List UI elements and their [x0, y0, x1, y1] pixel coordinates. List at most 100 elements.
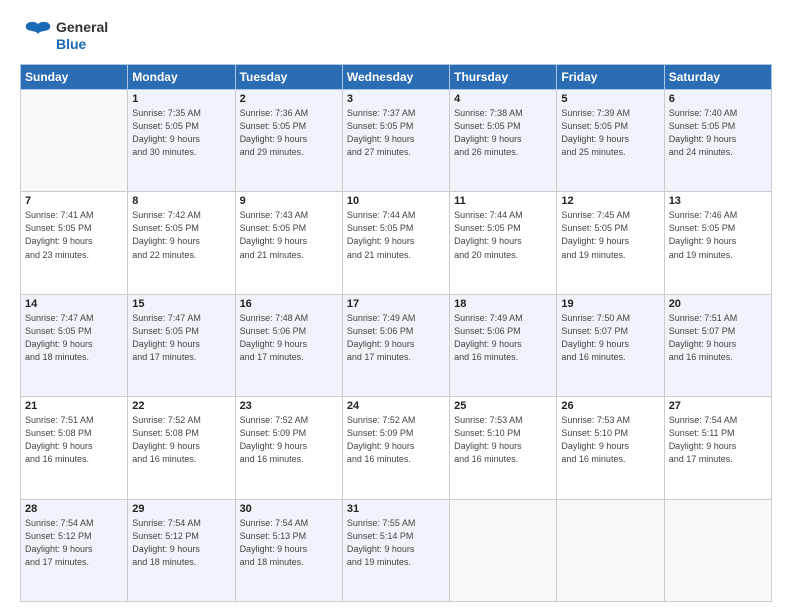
- calendar-cell: 2 Sunrise: 7:36 AMSunset: 5:05 PMDaylight…: [235, 90, 342, 192]
- calendar-cell: 25 Sunrise: 7:53 AMSunset: 5:10 PMDayligh…: [450, 397, 557, 499]
- calendar-week-row: 7 Sunrise: 7:41 AMSunset: 5:05 PMDaylight…: [21, 192, 772, 294]
- day-info: Sunrise: 7:54 AMSunset: 5:12 PMDaylight:…: [132, 517, 230, 569]
- calendar-cell: 16 Sunrise: 7:48 AMSunset: 5:06 PMDayligh…: [235, 294, 342, 396]
- calendar-cell: [664, 499, 771, 601]
- day-info: Sunrise: 7:45 AMSunset: 5:05 PMDaylight:…: [561, 209, 659, 261]
- calendar-cell: 20 Sunrise: 7:51 AMSunset: 5:07 PMDayligh…: [664, 294, 771, 396]
- day-info: Sunrise: 7:53 AMSunset: 5:10 PMDaylight:…: [561, 414, 659, 466]
- day-number: 31: [347, 503, 445, 515]
- day-info: Sunrise: 7:43 AMSunset: 5:05 PMDaylight:…: [240, 209, 338, 261]
- day-number: 5: [561, 93, 659, 105]
- logo-blue: Blue: [56, 36, 108, 53]
- day-info: Sunrise: 7:42 AMSunset: 5:05 PMDaylight:…: [132, 209, 230, 261]
- day-info: Sunrise: 7:54 AMSunset: 5:13 PMDaylight:…: [240, 517, 338, 569]
- calendar-header-row: SundayMondayTuesdayWednesdayThursdayFrid…: [21, 65, 772, 90]
- day-info: Sunrise: 7:44 AMSunset: 5:05 PMDaylight:…: [454, 209, 552, 261]
- calendar-cell: 26 Sunrise: 7:53 AMSunset: 5:10 PMDayligh…: [557, 397, 664, 499]
- day-info: Sunrise: 7:39 AMSunset: 5:05 PMDaylight:…: [561, 107, 659, 159]
- weekday-header-friday: Friday: [557, 65, 664, 90]
- day-number: 2: [240, 93, 338, 105]
- day-number: 11: [454, 195, 552, 207]
- day-info: Sunrise: 7:49 AMSunset: 5:06 PMDaylight:…: [347, 312, 445, 364]
- day-number: 18: [454, 298, 552, 310]
- day-number: 30: [240, 503, 338, 515]
- calendar-cell: 12Sunrise: 7:45 AMSunset: 5:05 PMDayligh…: [557, 192, 664, 294]
- day-info: Sunrise: 7:52 AMSunset: 5:09 PMDaylight:…: [240, 414, 338, 466]
- calendar-cell: 9 Sunrise: 7:43 AMSunset: 5:05 PMDaylight…: [235, 192, 342, 294]
- day-number: 4: [454, 93, 552, 105]
- day-number: 25: [454, 400, 552, 412]
- day-info: Sunrise: 7:48 AMSunset: 5:06 PMDaylight:…: [240, 312, 338, 364]
- day-number: 19: [561, 298, 659, 310]
- calendar-cell: 8 Sunrise: 7:42 AMSunset: 5:05 PMDaylight…: [128, 192, 235, 294]
- day-info: Sunrise: 7:50 AMSunset: 5:07 PMDaylight:…: [561, 312, 659, 364]
- day-info: Sunrise: 7:51 AMSunset: 5:07 PMDaylight:…: [669, 312, 767, 364]
- calendar-week-row: 1 Sunrise: 7:35 AMSunset: 5:05 PMDaylight…: [21, 90, 772, 192]
- day-number: 23: [240, 400, 338, 412]
- calendar-cell: 27Sunrise: 7:54 AMSunset: 5:11 PMDayligh…: [664, 397, 771, 499]
- day-number: 24: [347, 400, 445, 412]
- day-number: 6: [669, 93, 767, 105]
- calendar-cell: 15Sunrise: 7:47 AMSunset: 5:05 PMDayligh…: [128, 294, 235, 396]
- page: General Blue SundayMondayTuesdayWednesda…: [0, 0, 792, 612]
- calendar-cell: 1 Sunrise: 7:35 AMSunset: 5:05 PMDaylight…: [128, 90, 235, 192]
- calendar-week-row: 21 Sunrise: 7:51 AMSunset: 5:08 PMDayligh…: [21, 397, 772, 499]
- day-info: Sunrise: 7:38 AMSunset: 5:05 PMDaylight:…: [454, 107, 552, 159]
- day-number: 17: [347, 298, 445, 310]
- day-info: Sunrise: 7:46 AMSunset: 5:05 PMDaylight:…: [669, 209, 767, 261]
- day-info: Sunrise: 7:53 AMSunset: 5:10 PMDaylight:…: [454, 414, 552, 466]
- day-info: Sunrise: 7:37 AMSunset: 5:05 PMDaylight:…: [347, 107, 445, 159]
- weekday-header-tuesday: Tuesday: [235, 65, 342, 90]
- day-info: Sunrise: 7:51 AMSunset: 5:08 PMDaylight:…: [25, 414, 123, 466]
- day-info: Sunrise: 7:35 AMSunset: 5:05 PMDaylight:…: [132, 107, 230, 159]
- calendar-cell: 28Sunrise: 7:54 AMSunset: 5:12 PMDayligh…: [21, 499, 128, 601]
- day-number: 13: [669, 195, 767, 207]
- calendar-cell: 21 Sunrise: 7:51 AMSunset: 5:08 PMDayligh…: [21, 397, 128, 499]
- day-number: 21: [25, 400, 123, 412]
- day-info: Sunrise: 7:52 AMSunset: 5:09 PMDaylight:…: [347, 414, 445, 466]
- logo-bird-icon: [20, 18, 56, 54]
- calendar-body: 1 Sunrise: 7:35 AMSunset: 5:05 PMDaylight…: [21, 90, 772, 602]
- calendar-cell: 29 Sunrise: 7:54 AMSunset: 5:12 PMDayligh…: [128, 499, 235, 601]
- day-number: 22: [132, 400, 230, 412]
- header: General Blue: [20, 18, 772, 54]
- calendar-week-row: 28Sunrise: 7:54 AMSunset: 5:12 PMDayligh…: [21, 499, 772, 601]
- day-number: 8: [132, 195, 230, 207]
- day-number: 26: [561, 400, 659, 412]
- calendar-cell: 24 Sunrise: 7:52 AMSunset: 5:09 PMDayligh…: [342, 397, 449, 499]
- calendar-cell: 31 Sunrise: 7:55 AMSunset: 5:14 PMDayligh…: [342, 499, 449, 601]
- day-number: 16: [240, 298, 338, 310]
- day-number: 20: [669, 298, 767, 310]
- calendar-table: SundayMondayTuesdayWednesdayThursdayFrid…: [20, 64, 772, 602]
- calendar-cell: 23 Sunrise: 7:52 AMSunset: 5:09 PMDayligh…: [235, 397, 342, 499]
- day-number: 3: [347, 93, 445, 105]
- weekday-header-sunday: Sunday: [21, 65, 128, 90]
- calendar-cell: 5 Sunrise: 7:39 AMSunset: 5:05 PMDaylight…: [557, 90, 664, 192]
- day-info: Sunrise: 7:54 AMSunset: 5:12 PMDaylight:…: [25, 517, 123, 569]
- day-number: 9: [240, 195, 338, 207]
- weekday-header-saturday: Saturday: [664, 65, 771, 90]
- calendar-cell: 19 Sunrise: 7:50 AMSunset: 5:07 PMDayligh…: [557, 294, 664, 396]
- calendar-cell: [450, 499, 557, 601]
- day-info: Sunrise: 7:47 AMSunset: 5:05 PMDaylight:…: [25, 312, 123, 364]
- calendar-cell: 17 Sunrise: 7:49 AMSunset: 5:06 PMDayligh…: [342, 294, 449, 396]
- calendar-week-row: 14Sunrise: 7:47 AMSunset: 5:05 PMDayligh…: [21, 294, 772, 396]
- calendar-cell: [21, 90, 128, 192]
- logo-general: General: [56, 19, 108, 36]
- calendar-cell: 30 Sunrise: 7:54 AMSunset: 5:13 PMDayligh…: [235, 499, 342, 601]
- logo: General Blue: [20, 18, 108, 54]
- calendar-cell: [557, 499, 664, 601]
- calendar-cell: 22 Sunrise: 7:52 AMSunset: 5:08 PMDayligh…: [128, 397, 235, 499]
- day-info: Sunrise: 7:55 AMSunset: 5:14 PMDaylight:…: [347, 517, 445, 569]
- day-number: 29: [132, 503, 230, 515]
- weekday-header-monday: Monday: [128, 65, 235, 90]
- day-info: Sunrise: 7:49 AMSunset: 5:06 PMDaylight:…: [454, 312, 552, 364]
- calendar-cell: 3 Sunrise: 7:37 AMSunset: 5:05 PMDaylight…: [342, 90, 449, 192]
- day-info: Sunrise: 7:36 AMSunset: 5:05 PMDaylight:…: [240, 107, 338, 159]
- day-number: 1: [132, 93, 230, 105]
- day-info: Sunrise: 7:52 AMSunset: 5:08 PMDaylight:…: [132, 414, 230, 466]
- day-number: 15: [132, 298, 230, 310]
- calendar-cell: 7 Sunrise: 7:41 AMSunset: 5:05 PMDaylight…: [21, 192, 128, 294]
- day-number: 7: [25, 195, 123, 207]
- day-info: Sunrise: 7:41 AMSunset: 5:05 PMDaylight:…: [25, 209, 123, 261]
